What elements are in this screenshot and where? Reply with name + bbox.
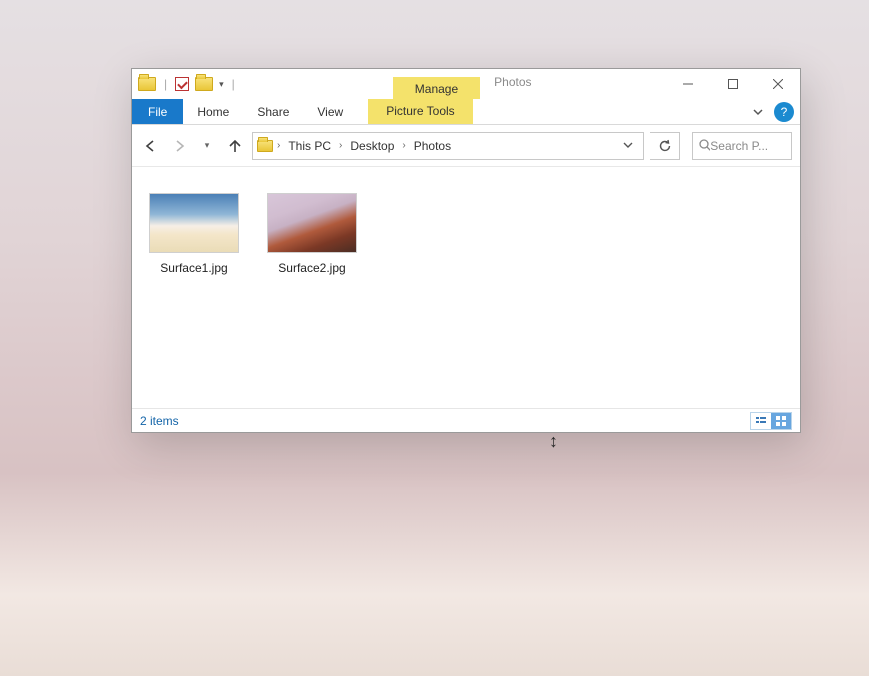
title-bar: | ▾ | Manage Photos [132, 69, 800, 99]
file-name-label: Surface2.jpg [278, 261, 345, 275]
chevron-right-icon[interactable]: › [400, 140, 407, 151]
file-tab[interactable]: File [132, 99, 183, 124]
quick-access-toolbar: | ▾ | [132, 69, 243, 99]
properties-icon[interactable] [175, 77, 189, 91]
search-box[interactable] [692, 132, 792, 160]
maximize-button[interactable] [710, 69, 755, 99]
window-controls [665, 69, 800, 99]
ribbon: File Home Share View Picture Tools ? [132, 99, 800, 125]
new-folder-icon[interactable] [195, 77, 213, 91]
tab-view[interactable]: View [303, 99, 357, 124]
chevron-right-icon[interactable]: › [275, 140, 282, 151]
tab-share[interactable]: Share [243, 99, 303, 124]
collapse-ribbon-icon[interactable] [744, 99, 772, 124]
minimize-button[interactable] [665, 69, 710, 99]
file-thumbnail [149, 193, 239, 253]
file-item[interactable]: Surface1.jpg [146, 193, 242, 275]
folder-icon [138, 77, 156, 91]
separator: | [164, 77, 167, 91]
forward-button[interactable] [168, 132, 190, 160]
search-input[interactable] [710, 139, 785, 153]
qat-dropdown-icon[interactable]: ▾ [219, 79, 224, 90]
manage-tab-header[interactable]: Manage [393, 77, 480, 99]
navigation-bar: ▾ › This PC › Desktop › Photos [132, 125, 800, 167]
folder-icon [257, 140, 273, 152]
content-pane[interactable]: Surface1.jpg Surface2.jpg [132, 167, 800, 408]
address-bar[interactable]: › This PC › Desktop › Photos [252, 132, 644, 160]
refresh-button[interactable] [650, 132, 680, 160]
view-toggle [750, 412, 792, 430]
item-count: 2 items [140, 414, 179, 428]
chevron-right-icon[interactable]: › [337, 140, 344, 151]
contextual-tab-group: Manage [243, 69, 480, 99]
search-icon [699, 139, 710, 152]
file-item[interactable]: Surface2.jpg [264, 193, 360, 275]
window-title: Photos [480, 69, 541, 99]
status-bar: 2 items [132, 408, 800, 432]
up-button[interactable] [224, 132, 246, 160]
address-dropdown-icon[interactable] [617, 135, 639, 157]
separator: | [232, 77, 235, 91]
thumbnails-view-button[interactable] [771, 413, 791, 429]
breadcrumb-photos[interactable]: Photos [410, 137, 455, 155]
details-view-button[interactable] [751, 413, 771, 429]
help-icon[interactable]: ? [774, 102, 794, 122]
tab-home[interactable]: Home [183, 99, 243, 124]
file-thumbnail [267, 193, 357, 253]
breadcrumb-desktop[interactable]: Desktop [346, 137, 398, 155]
back-button[interactable] [140, 132, 162, 160]
breadcrumb-this-pc[interactable]: This PC [284, 137, 335, 155]
close-button[interactable] [755, 69, 800, 99]
file-explorer-window: | ▾ | Manage Photos File Home Share View [131, 68, 801, 433]
tab-picture-tools[interactable]: Picture Tools [368, 99, 472, 124]
file-name-label: Surface1.jpg [160, 261, 227, 275]
resize-cursor-icon: ↕ [549, 431, 558, 452]
recent-locations-dropdown[interactable]: ▾ [196, 132, 218, 160]
